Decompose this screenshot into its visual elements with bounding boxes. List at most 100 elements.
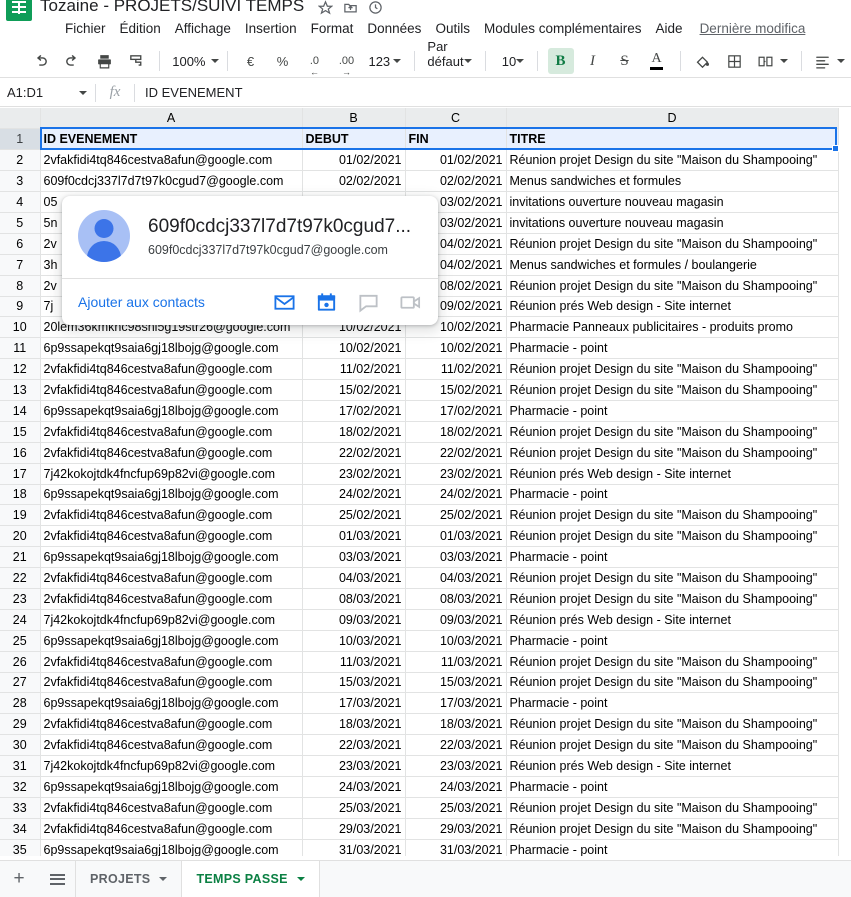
email-icon[interactable] — [273, 291, 296, 314]
cell-a28[interactable]: 6p9ssapekqt9saia6gj18lbojg@google.com — [40, 692, 303, 715]
name-box[interactable]: A1:D1 — [0, 79, 95, 107]
cell-b14[interactable]: 17/02/2021 — [302, 400, 406, 422]
cell-d8[interactable]: Réunion projet Design du site "Maison du… — [506, 275, 839, 297]
cell-a22[interactable]: 2vfakfidi4tq846cestva8afun@google.com — [40, 567, 303, 589]
cell-d18[interactable]: Pharmacie - point — [506, 484, 839, 506]
row-header[interactable]: 2 — [0, 149, 41, 172]
table-row[interactable]: 22 2vfakfidi4tq846cestva8afun@google.com 0… — [0, 567, 839, 589]
cell-c33[interactable]: 25/03/2021 — [405, 797, 507, 819]
row-header[interactable]: 6 — [0, 233, 41, 255]
cell-b35[interactable]: 31/03/2021 — [302, 839, 406, 856]
chevron-down-icon[interactable] — [296, 877, 305, 881]
row-header[interactable]: 18 — [0, 484, 41, 506]
cell-d26[interactable]: Réunion projet Design du site "Maison du… — [506, 651, 839, 673]
cell-a23[interactable]: 2vfakfidi4tq846cestva8afun@google.com — [40, 588, 303, 610]
cell-a11[interactable]: 6p9ssapekqt9saia6gj18lbojg@google.com — [40, 337, 303, 360]
cell-a19[interactable]: 2vfakfidi4tq846cestva8afun@google.com — [40, 504, 303, 527]
cell-b18[interactable]: 24/02/2021 — [302, 484, 406, 506]
cell-d35[interactable]: Pharmacie - point — [506, 839, 839, 856]
menu-insertion[interactable]: Insertion — [238, 18, 304, 39]
cell-c16[interactable]: 22/02/2021 — [405, 442, 507, 464]
cell-a32[interactable]: 6p9ssapekqt9saia6gj18lbojg@google.com — [40, 776, 303, 798]
cell-b32[interactable]: 24/03/2021 — [302, 776, 406, 798]
cell-a26[interactable]: 2vfakfidi4tq846cestva8afun@google.com — [40, 651, 303, 673]
row-header[interactable]: 27 — [0, 672, 41, 694]
cell-a34[interactable]: 2vfakfidi4tq846cestva8afun@google.com — [40, 818, 303, 840]
cell-c32[interactable]: 24/03/2021 — [405, 776, 507, 798]
table-row[interactable]: 17 7j42kokojtdk4fncfup69p82vi@google.com 2… — [0, 463, 839, 485]
cell-c12[interactable]: 11/02/2021 — [405, 358, 507, 381]
row-header[interactable]: 8 — [0, 275, 41, 297]
decrease-decimal-button[interactable]: .0 ← — [301, 48, 327, 77]
cell-a24[interactable]: 7j42kokojtdk4fncfup69p82vi@google.com — [40, 609, 303, 631]
menu-aide[interactable]: Aide — [649, 18, 690, 39]
column-header-c[interactable]: C — [405, 108, 507, 130]
cell-d30[interactable]: Réunion projet Design du site "Maison du… — [506, 734, 839, 757]
merge-cells-button[interactable] — [753, 48, 792, 74]
row-header[interactable]: 3 — [0, 170, 41, 193]
menu-format[interactable]: Format — [304, 18, 361, 39]
column-header-a[interactable]: A — [40, 108, 303, 130]
row-header[interactable]: 1 — [0, 128, 41, 151]
row-header[interactable]: 32 — [0, 776, 41, 798]
cell-c22[interactable]: 04/03/2021 — [405, 567, 507, 589]
row-header[interactable]: 22 — [0, 567, 41, 589]
cell-c1[interactable]: FIN — [405, 128, 507, 151]
table-row[interactable]: 26 2vfakfidi4tq846cestva8afun@google.com 1… — [0, 651, 839, 673]
cell-a29[interactable]: 2vfakfidi4tq846cestva8afun@google.com — [40, 713, 303, 736]
increase-decimal-button[interactable]: .00 → — [333, 48, 359, 77]
cell-b25[interactable]: 10/03/2021 — [302, 630, 406, 652]
strikethrough-button[interactable]: S — [612, 48, 638, 74]
cell-c31[interactable]: 23/03/2021 — [405, 755, 507, 777]
row-header[interactable]: 25 — [0, 630, 41, 652]
table-row[interactable]: 30 2vfakfidi4tq846cestva8afun@google.com 2… — [0, 734, 839, 757]
cell-c11[interactable]: 10/02/2021 — [405, 337, 507, 360]
percent-format-button[interactable]: % — [269, 48, 295, 74]
table-row[interactable]: 31 7j42kokojtdk4fncfup69p82vi@google.com 2… — [0, 755, 839, 777]
cell-c14[interactable]: 17/02/2021 — [405, 400, 507, 422]
menu-modules-complementaires[interactable]: Modules complémentaires — [477, 18, 649, 39]
row-header[interactable]: 29 — [0, 713, 41, 736]
cell-c2[interactable]: 01/02/2021 — [405, 149, 507, 172]
cell-a13[interactable]: 2vfakfidi4tq846cestva8afun@google.com — [40, 379, 303, 401]
table-row[interactable]: 11 6p9ssapekqt9saia6gj18lbojg@google.com 1… — [0, 337, 839, 360]
cell-d9[interactable]: Réunion prés Web design - Site internet — [506, 296, 839, 318]
row-header[interactable]: 7 — [0, 254, 41, 276]
sheet-tab-projets[interactable]: PROJETS — [75, 861, 183, 897]
horizontal-align-button[interactable] — [810, 48, 849, 74]
zoom-selector[interactable]: 100% — [168, 48, 220, 74]
cell-d5[interactable]: invitations ouverture nouveau magasin — [506, 212, 839, 234]
cell-a18[interactable]: 6p9ssapekqt9saia6gj18lbojg@google.com — [40, 484, 303, 506]
row-header[interactable]: 26 — [0, 651, 41, 673]
cell-a33[interactable]: 2vfakfidi4tq846cestva8afun@google.com — [40, 797, 303, 819]
table-row[interactable]: 14 6p9ssapekqt9saia6gj18lbojg@google.com 1… — [0, 400, 839, 422]
cell-d21[interactable]: Pharmacie - point — [506, 546, 839, 569]
cell-a12[interactable]: 2vfakfidi4tq846cestva8afun@google.com — [40, 358, 303, 381]
table-row[interactable]: 2 2vfakfidi4tq846cestva8afun@google.com 01… — [0, 149, 839, 172]
cell-a31[interactable]: 7j42kokojtdk4fncfup69p82vi@google.com — [40, 755, 303, 777]
cell-d22[interactable]: Réunion projet Design du site "Maison du… — [506, 567, 839, 589]
row-header[interactable]: 33 — [0, 797, 41, 819]
table-row[interactable]: 35 6p9ssapekqt9saia6gj18lbojg@google.com 3… — [0, 839, 839, 856]
table-row[interactable]: 23 2vfakfidi4tq846cestva8afun@google.com 0… — [0, 588, 839, 610]
cell-b13[interactable]: 15/02/2021 — [302, 379, 406, 401]
cell-d7[interactable]: Menus sandwiches et formules / boulanger… — [506, 254, 839, 276]
cell-b31[interactable]: 23/03/2021 — [302, 755, 406, 777]
number-format-selector[interactable]: 123 — [364, 48, 405, 74]
table-row[interactable]: 27 2vfakfidi4tq846cestva8afun@google.com 1… — [0, 672, 839, 694]
cell-c27[interactable]: 15/03/2021 — [405, 672, 507, 694]
cell-b12[interactable]: 11/02/2021 — [302, 358, 406, 381]
cell-b29[interactable]: 18/03/2021 — [302, 713, 406, 736]
cell-d16[interactable]: Réunion projet Design du site "Maison du… — [506, 442, 839, 464]
cell-b20[interactable]: 01/03/2021 — [302, 525, 406, 548]
paint-format-icon[interactable] — [123, 48, 149, 74]
font-size-selector[interactable]: 10 — [494, 48, 528, 74]
cell-b16[interactable]: 22/02/2021 — [302, 442, 406, 464]
cell-c35[interactable]: 31/03/2021 — [405, 839, 507, 856]
cell-d4[interactable]: invitations ouverture nouveau magasin — [506, 191, 839, 213]
row-header[interactable]: 17 — [0, 463, 41, 485]
table-row[interactable]: 1 ID EVENEMENT DEBUT FIN TITRE — [0, 128, 839, 151]
row-header[interactable]: 19 — [0, 504, 41, 527]
star-icon[interactable] — [318, 0, 334, 15]
table-row[interactable]: 33 2vfakfidi4tq846cestva8afun@google.com 2… — [0, 797, 839, 819]
